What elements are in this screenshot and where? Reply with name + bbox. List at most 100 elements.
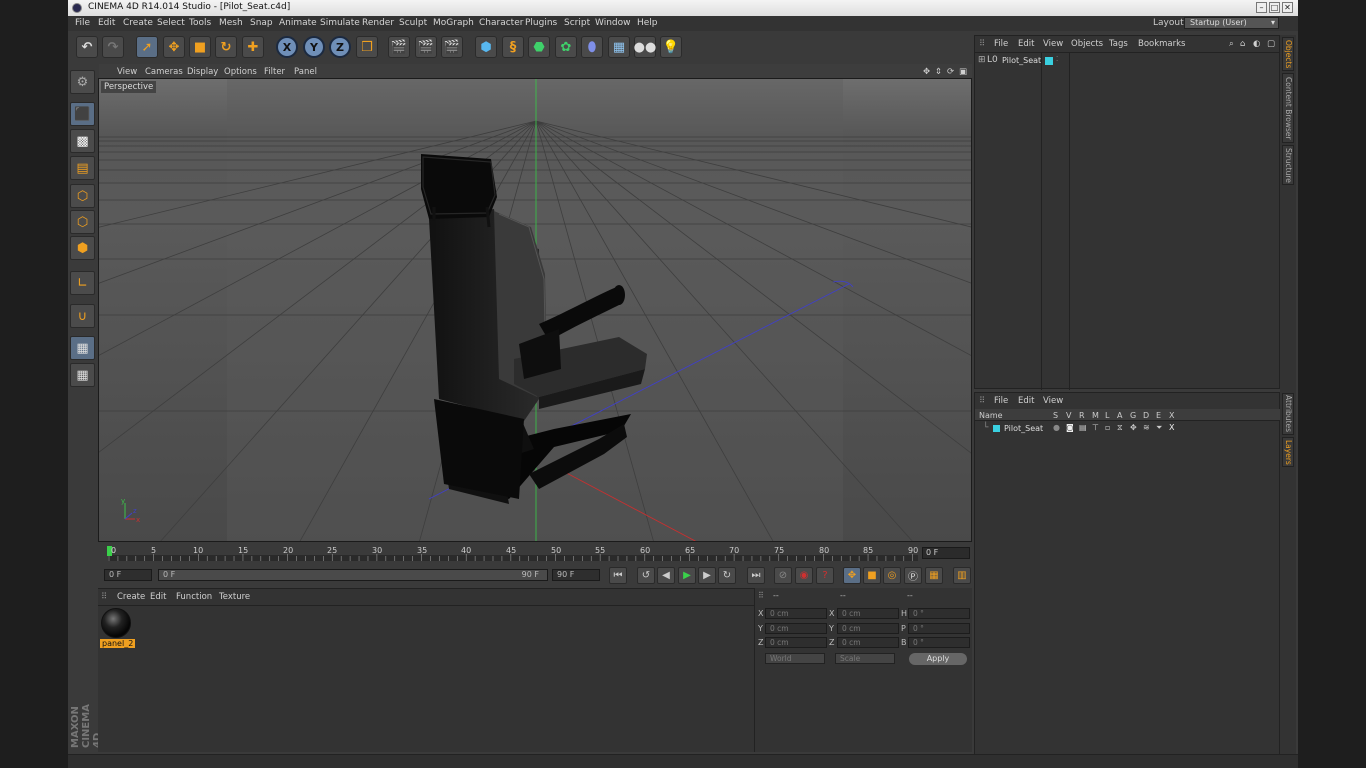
- layer-col-name[interactable]: Name: [979, 411, 1003, 420]
- object-menu-file[interactable]: File: [994, 39, 1008, 49]
- move-tool-button[interactable]: ✥: [163, 36, 185, 58]
- position-z-field[interactable]: 0 cm: [765, 637, 827, 648]
- menu-snap[interactable]: Snap: [250, 18, 273, 28]
- animation-toggle-icon[interactable]: ⧖: [1117, 423, 1123, 433]
- layer-col-view[interactable]: V: [1066, 411, 1071, 420]
- viewport-maximize-icon[interactable]: ▣: [959, 67, 967, 77]
- render-to-picture-viewer-button[interactable]: 🎬: [415, 36, 437, 58]
- layer-col-generators[interactable]: G: [1130, 411, 1136, 420]
- position-x-field[interactable]: 0 cm: [765, 608, 827, 619]
- search-icon[interactable]: ⌕: [1229, 39, 1234, 49]
- live-selection-button[interactable]: ➚: [136, 36, 158, 58]
- tab-objects[interactable]: Objects: [1282, 37, 1294, 71]
- maximize-button[interactable]: □: [1269, 2, 1280, 13]
- previous-key-button[interactable]: ↺: [637, 567, 655, 584]
- layout-select[interactable]: Startup (User) ▾: [1184, 17, 1279, 29]
- solo-toggle-icon[interactable]: ●: [1053, 423, 1060, 432]
- layer-col-expressions[interactable]: E: [1156, 411, 1161, 420]
- locked-workplane-button[interactable]: ▦: [70, 336, 95, 360]
- polygons-mode-button[interactable]: ⬢: [70, 236, 95, 260]
- min-frame-field[interactable]: 0 F: [104, 569, 152, 581]
- cube-primitive-button[interactable]: ⬢: [475, 36, 497, 58]
- viewport-rotate-icon[interactable]: ⟳: [947, 67, 954, 77]
- menu-mograph[interactable]: MoGraph: [433, 18, 474, 28]
- menu-character[interactable]: Character: [479, 18, 523, 28]
- record-keys-button[interactable]: ⊘: [774, 567, 792, 584]
- layer-col-deformers[interactable]: D: [1143, 411, 1149, 420]
- layer-menu-edit[interactable]: Edit: [1018, 396, 1034, 406]
- key-pla-button[interactable]: ▦: [925, 567, 943, 584]
- render-toggle-icon[interactable]: ▤: [1079, 423, 1087, 432]
- model-mode-button[interactable]: ⬛: [70, 102, 95, 126]
- next-key-button[interactable]: ↻: [718, 567, 736, 584]
- minimize-button[interactable]: –: [1256, 2, 1267, 13]
- menu-plugins[interactable]: Plugins: [525, 18, 557, 28]
- max-frame-field[interactable]: 90 F: [552, 569, 600, 581]
- frame-range-slider[interactable]: 0 F 90 F: [158, 569, 548, 581]
- menu-script[interactable]: Script: [564, 18, 590, 28]
- menu-simulate[interactable]: Simulate: [320, 18, 360, 28]
- layer-row[interactable]: └ Pilot_Seat ● ◙ ▤ ⊤ ▫ ⧖ ✥ ≋ ⏷ X: [975, 423, 1195, 434]
- rotate-tool-button[interactable]: ↻: [215, 36, 237, 58]
- object-row[interactable]: ⊞ L0 Pilot_Seat ⁚: [975, 55, 1135, 67]
- menu-edit[interactable]: Edit: [98, 18, 115, 28]
- apply-button[interactable]: Apply: [909, 653, 967, 665]
- object-menu-tags[interactable]: Tags: [1109, 39, 1128, 49]
- recent-tools-button[interactable]: ✚: [242, 36, 264, 58]
- axis-mode-button[interactable]: ∟: [70, 271, 95, 295]
- deformers-toggle-icon[interactable]: ≋: [1143, 423, 1150, 432]
- expressions-toggle-icon[interactable]: ⏷: [1156, 423, 1162, 433]
- position-y-field[interactable]: 0 cm: [765, 623, 827, 634]
- viewport-zoom-icon[interactable]: ⇕: [935, 67, 942, 77]
- key-position-button[interactable]: ✥: [843, 567, 861, 584]
- render-settings-button[interactable]: 🎬: [441, 36, 463, 58]
- rotation-p-field[interactable]: 0 °: [908, 623, 970, 634]
- layer-menu-view[interactable]: View: [1043, 396, 1063, 406]
- z-axis-toggle[interactable]: Z: [329, 36, 351, 58]
- tab-content-browser[interactable]: Content Browser: [1282, 73, 1294, 143]
- xref-toggle-icon[interactable]: X: [1169, 423, 1174, 432]
- edges-mode-button[interactable]: ⬡: [70, 210, 95, 234]
- redo-button[interactable]: ↷: [102, 36, 124, 58]
- material-menu-texture[interactable]: Texture: [219, 592, 250, 602]
- undo-button[interactable]: ↶: [76, 36, 98, 58]
- menu-tools[interactable]: Tools: [189, 18, 211, 28]
- lock-toggle-icon[interactable]: ▫: [1105, 423, 1110, 432]
- layer-col-manager[interactable]: M: [1092, 411, 1099, 420]
- current-frame-field[interactable]: 0 F: [922, 547, 970, 559]
- autokey-button[interactable]: ◉: [795, 567, 813, 584]
- make-editable-button[interactable]: ⚙: [70, 70, 95, 94]
- menu-animate[interactable]: Animate: [279, 18, 317, 28]
- menu-select[interactable]: Select: [157, 18, 185, 28]
- layer-col-solo[interactable]: S: [1053, 411, 1058, 420]
- material-menu-edit[interactable]: Edit: [150, 592, 166, 602]
- y-axis-toggle[interactable]: Y: [303, 36, 325, 58]
- size-y-field[interactable]: 0 cm: [837, 623, 899, 634]
- perspective-viewport[interactable]: y x z Perspective: [98, 78, 972, 542]
- deformer-button[interactable]: ⬮: [581, 36, 603, 58]
- viewport-menu-panel[interactable]: Panel: [294, 67, 317, 77]
- viewport-menu-cameras[interactable]: Cameras: [145, 67, 183, 77]
- layer-col-animation[interactable]: A: [1117, 411, 1122, 420]
- back-icon[interactable]: ◐: [1253, 39, 1260, 49]
- size-z-field[interactable]: 0 cm: [837, 637, 899, 648]
- layer-col-locked[interactable]: L: [1105, 411, 1109, 420]
- menu-render[interactable]: Render: [362, 18, 394, 28]
- subdivision-surface-button[interactable]: ⬣: [528, 36, 550, 58]
- light-button[interactable]: 💡: [660, 36, 682, 58]
- array-button[interactable]: ✿: [555, 36, 577, 58]
- manager-toggle-icon[interactable]: ⊤: [1092, 423, 1099, 432]
- spline-pen-button[interactable]: §: [502, 36, 524, 58]
- tab-layers[interactable]: Layers: [1282, 437, 1294, 467]
- menu-create[interactable]: Create: [123, 18, 153, 28]
- object-menu-edit[interactable]: Edit: [1018, 39, 1034, 49]
- key-scale-button[interactable]: ■: [863, 567, 881, 584]
- menu-window[interactable]: Window: [595, 18, 631, 28]
- previous-frame-button[interactable]: ◀: [657, 567, 675, 584]
- scale-tool-button[interactable]: ■: [189, 36, 211, 58]
- size-x-field[interactable]: 0 cm: [837, 608, 899, 619]
- play-button[interactable]: ▶: [678, 567, 696, 584]
- maximize-panel-icon[interactable]: ▢: [1267, 39, 1275, 49]
- viewport-menu-display[interactable]: Display: [187, 67, 218, 77]
- coordinate-mode-select[interactable]: Scale: [835, 653, 895, 664]
